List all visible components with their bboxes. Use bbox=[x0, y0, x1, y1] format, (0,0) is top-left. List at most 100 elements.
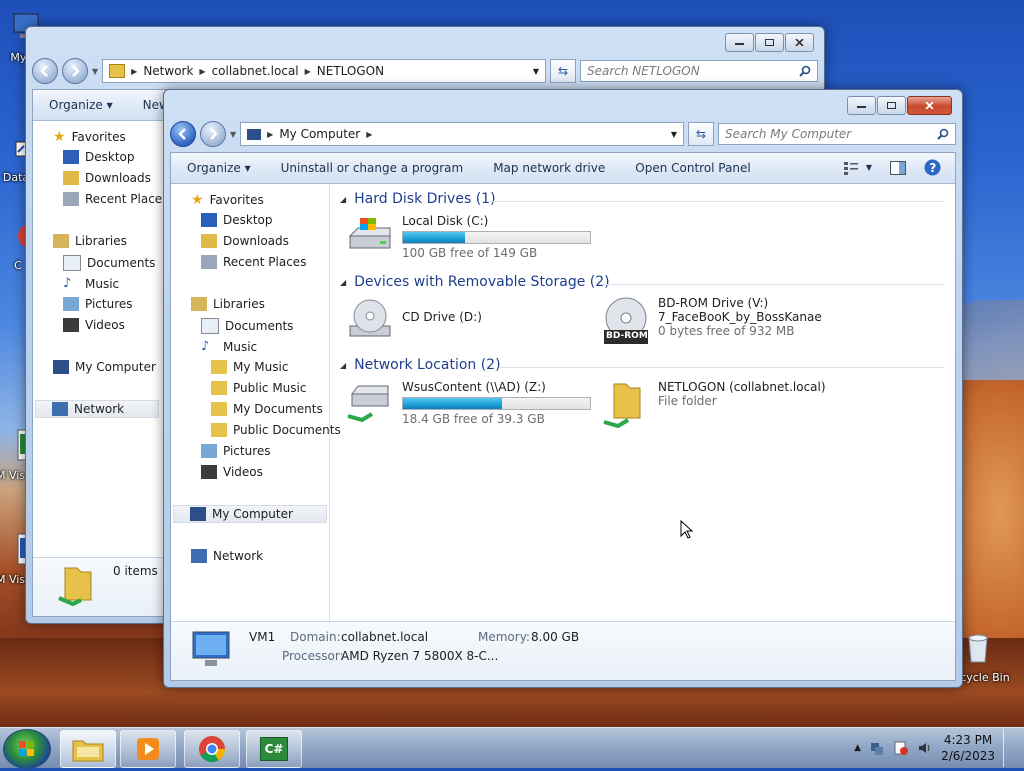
show-desktop-button[interactable] bbox=[1003, 729, 1014, 767]
nav-desktop[interactable]: Desktop bbox=[63, 150, 135, 164]
taskbar-csharp[interactable]: C# bbox=[246, 730, 302, 768]
drive-bd-rom-v[interactable]: BD-ROM BD-ROM Drive (V:) 7_FaceBooK_by_B… bbox=[602, 296, 822, 346]
window-body: Organize ▾ Uninstall or change a program… bbox=[170, 152, 956, 681]
group-hard-disk-drives[interactable]: ◢ Hard Disk Drives (1) bbox=[340, 191, 496, 207]
search-box[interactable]: Search NETLOGON bbox=[580, 60, 818, 82]
nav-documents[interactable]: Documents bbox=[201, 318, 293, 334]
folder-icon bbox=[211, 360, 227, 374]
address-dropdown[interactable]: ▼ bbox=[533, 67, 539, 76]
open-control-panel-button[interactable]: Open Control Panel bbox=[635, 161, 750, 175]
uninstall-program-button[interactable]: Uninstall or change a program bbox=[281, 161, 464, 175]
taskbar-explorer[interactable] bbox=[60, 730, 116, 768]
nav-pictures[interactable]: Pictures bbox=[201, 444, 271, 458]
taskbar-chrome[interactable] bbox=[184, 730, 240, 768]
address-dropdown[interactable]: ▼ bbox=[671, 130, 677, 139]
nav-pictures[interactable]: Pictures bbox=[63, 297, 133, 311]
nav-network[interactable]: Network bbox=[35, 400, 159, 418]
refresh-button[interactable]: ⇆ bbox=[688, 122, 714, 146]
nav-videos[interactable]: Videos bbox=[201, 465, 263, 479]
maximize-button[interactable] bbox=[877, 96, 906, 115]
drive-wsuscontent-z[interactable]: WsusContent (\\AD) (Z:) 18.4 GB free of … bbox=[346, 380, 591, 426]
nav-desktop[interactable]: Desktop bbox=[201, 213, 273, 227]
change-view-button[interactable]: ▼ bbox=[843, 161, 872, 175]
drive-volume-label: 7_FaceBooK_by_BossKanae bbox=[658, 310, 822, 324]
libraries-icon bbox=[53, 234, 69, 248]
drive-cd-d[interactable]: CD Drive (D:) bbox=[346, 296, 482, 344]
drive-free-space: 0 bytes free of 932 MB bbox=[658, 324, 795, 338]
search-box[interactable]: Search My Computer bbox=[718, 123, 956, 145]
refresh-button[interactable]: ⇆ bbox=[550, 59, 576, 83]
forward-button[interactable] bbox=[200, 121, 226, 147]
action-center-icon[interactable] bbox=[893, 740, 909, 756]
nav-favorites[interactable]: ★ Favorites bbox=[53, 129, 126, 145]
breadcrumb-domain[interactable]: collabnet.local bbox=[212, 64, 299, 78]
nav-favorites[interactable]: ★ Favorites bbox=[191, 192, 264, 208]
network-folder-icon bbox=[58, 567, 92, 607]
minimize-button[interactable] bbox=[847, 96, 876, 115]
group-network-location[interactable]: ◢ Network Location (2) bbox=[340, 357, 501, 373]
nav-my-computer[interactable]: My Computer bbox=[173, 505, 327, 523]
drive-name: WsusContent (\\AD) (Z:) bbox=[402, 380, 546, 394]
music-icon: ♪ bbox=[63, 276, 72, 291]
nav-public-music[interactable]: Public Music bbox=[211, 381, 306, 395]
clock[interactable]: 4:23 PM 2/6/2023 bbox=[941, 732, 995, 764]
back-button[interactable] bbox=[32, 58, 58, 84]
collapse-icon: ◢ bbox=[340, 277, 347, 287]
nav-recent-places[interactable]: Recent Places bbox=[201, 255, 306, 269]
close-button[interactable] bbox=[907, 96, 952, 115]
minimize-button[interactable] bbox=[725, 33, 754, 52]
organize-button[interactable]: Organize ▾ bbox=[187, 161, 251, 175]
close-button[interactable] bbox=[785, 33, 814, 52]
nav-libraries[interactable]: Libraries bbox=[191, 297, 265, 311]
folder-type: File folder bbox=[658, 394, 717, 408]
taskbar-media-player[interactable] bbox=[120, 730, 176, 768]
nav-documents[interactable]: Documents bbox=[63, 255, 155, 271]
network-status-icon[interactable] bbox=[869, 740, 885, 756]
search-placeholder: Search My Computer bbox=[725, 127, 852, 141]
nav-videos[interactable]: Videos bbox=[63, 318, 125, 332]
documents-icon bbox=[63, 255, 81, 271]
memory-label: Memory: bbox=[478, 630, 530, 644]
my-computer-window[interactable]: ▼ ▶ My Computer ▶ ▼ ⇆ Search My Computer… bbox=[163, 89, 963, 688]
maximize-button[interactable] bbox=[755, 33, 784, 52]
nav-downloads[interactable]: Downloads bbox=[201, 234, 289, 248]
group-removable-storage[interactable]: ◢ Devices with Removable Storage (2) bbox=[340, 274, 610, 290]
breadcrumb-netlogon[interactable]: NETLOGON bbox=[317, 64, 384, 78]
nav-my-documents[interactable]: My Documents bbox=[211, 402, 323, 416]
back-button[interactable] bbox=[170, 121, 196, 147]
help-icon[interactable]: ? bbox=[924, 159, 941, 176]
breadcrumb-my-computer[interactable]: My Computer bbox=[279, 127, 360, 141]
clock-time: 4:23 PM bbox=[943, 733, 993, 747]
organize-button[interactable]: Organize ▾ bbox=[49, 98, 113, 112]
start-button[interactable] bbox=[3, 729, 51, 769]
downloads-icon bbox=[63, 171, 79, 185]
map-network-drive-button[interactable]: Map network drive bbox=[493, 161, 605, 175]
preview-pane-icon[interactable] bbox=[890, 160, 906, 175]
nav-public-documents[interactable]: Public Documents bbox=[211, 423, 341, 437]
drive-local-disk-c[interactable]: Local Disk (C:) 100 GB free of 149 GB bbox=[346, 214, 591, 260]
nav-music[interactable]: ♪ Music bbox=[201, 339, 257, 354]
nav-recent-places[interactable]: Recent Places bbox=[63, 192, 168, 206]
nav-music[interactable]: ♪ Music bbox=[63, 276, 119, 291]
nav-libraries[interactable]: Libraries bbox=[53, 234, 127, 248]
recent-pages-dropdown[interactable]: ▼ bbox=[92, 67, 98, 76]
media-player-icon bbox=[137, 738, 159, 760]
address-bar[interactable]: ▶ Network ▶ collabnet.local ▶ NETLOGON ▼ bbox=[102, 59, 546, 83]
nav-my-computer[interactable]: My Computer bbox=[53, 360, 156, 374]
address-bar[interactable]: ▶ My Computer ▶ ▼ bbox=[240, 122, 684, 146]
folder-icon bbox=[211, 381, 227, 395]
star-icon: ★ bbox=[53, 129, 66, 145]
volume-icon[interactable] bbox=[917, 740, 933, 756]
pictures-icon bbox=[63, 297, 79, 311]
recycle-bin-icon bbox=[968, 634, 988, 663]
domain-label: Domain: bbox=[290, 630, 341, 644]
recent-pages-dropdown[interactable]: ▼ bbox=[230, 130, 236, 139]
breadcrumb-network[interactable]: Network bbox=[143, 64, 193, 78]
processor-label: Processor: bbox=[282, 649, 344, 663]
forward-button[interactable] bbox=[62, 58, 88, 84]
nav-network[interactable]: Network bbox=[191, 549, 263, 563]
network-folder-netlogon[interactable]: NETLOGON (collabnet.local) File folder bbox=[602, 380, 826, 430]
nav-downloads[interactable]: Downloads bbox=[63, 171, 151, 185]
nav-my-music[interactable]: My Music bbox=[211, 360, 288, 374]
show-hidden-icons-button[interactable]: ▲ bbox=[854, 743, 861, 753]
